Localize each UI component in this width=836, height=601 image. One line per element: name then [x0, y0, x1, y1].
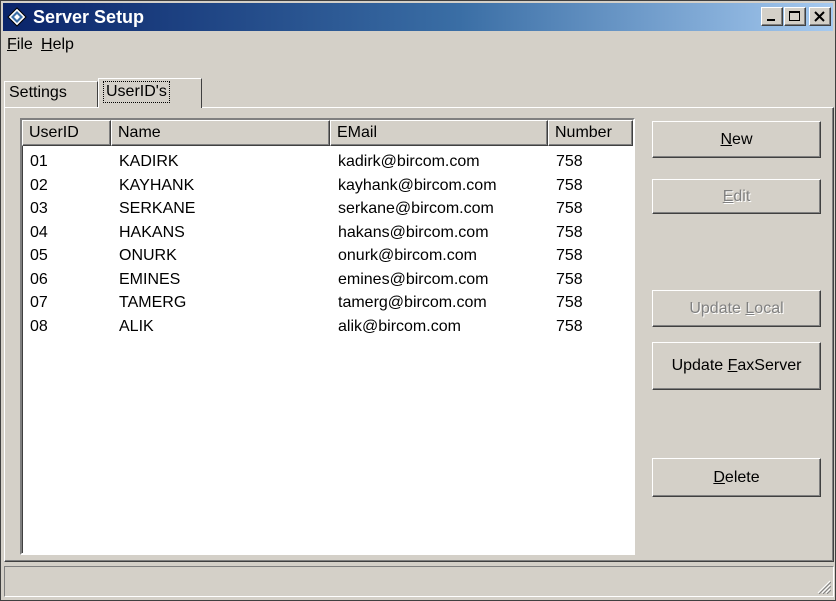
menu-help-accel: H [41, 36, 53, 53]
new-button-accel: N [720, 131, 733, 148]
update-local-button-post: ocal [754, 300, 784, 317]
cell-userid: 04 [30, 223, 48, 241]
cell-number: 758 [556, 176, 583, 194]
cell-email: onurk@bircom.com [338, 247, 477, 264]
table-row[interactable]: 07 TAMERG tamerg@bircom.com 758 [22, 291, 633, 315]
cell-number: 758 [556, 200, 583, 217]
cell-name: ONURK [119, 247, 177, 264]
cell-number: 758 [556, 223, 583, 241]
menu-help-label: elp [52, 36, 74, 53]
close-button[interactable] [809, 7, 831, 26]
new-button[interactable]: New [652, 121, 821, 158]
maximize-button[interactable] [784, 7, 806, 26]
cell-name: HAKANS [119, 223, 185, 241]
table-row[interactable]: 08 ALIK alik@bircom.com 758 [22, 315, 633, 339]
cell-userid: 06 [30, 270, 48, 288]
users-listview[interactable]: UserID Name EMail Number 01 KADIRK kadirk@… [20, 118, 635, 555]
cell-email: serkane@bircom.com [338, 200, 494, 217]
table-row[interactable]: 03 SERKANE serkane@bircom.com 758 [22, 197, 633, 221]
menu-file[interactable]: File [7, 36, 33, 54]
cell-name: KAYHANK [119, 176, 195, 194]
cell-name: EMINES [119, 270, 181, 288]
update-local-button-pre: Update [689, 300, 746, 317]
cell-name: KADIRK [119, 153, 179, 170]
menu-help[interactable]: Help [41, 36, 74, 54]
cell-email: kadirk@bircom.com [338, 153, 480, 170]
maximize-icon [789, 11, 800, 21]
cell-email: tamerg@bircom.com [338, 294, 487, 311]
update-local-button[interactable]: Update Local [652, 290, 821, 327]
cell-email: emines@bircom.com [338, 270, 489, 288]
update-faxserver-button-pre: Update [671, 357, 728, 374]
cell-userid: 07 [30, 294, 48, 311]
table-row[interactable]: 01 KADIRK kadirk@bircom.com 758 [22, 150, 633, 174]
delete-button-accel: D [713, 469, 725, 486]
tab-settings-label: Settings [9, 84, 67, 101]
table-rows: 01 KADIRK kadirk@bircom.com 758 02 KAYHANK kay… [22, 150, 633, 338]
cell-userid: 05 [30, 247, 48, 264]
column-header-name[interactable]: Name [111, 120, 330, 146]
minimize-button[interactable] [761, 7, 783, 26]
cell-number: 758 [556, 294, 583, 311]
table-row[interactable]: 04 HAKANS hakans@bircom.com 758 [22, 221, 633, 245]
delete-button-post: elete [724, 469, 760, 486]
delete-button[interactable]: Delete [652, 458, 821, 497]
column-header-number[interactable]: Number [548, 120, 633, 146]
update-faxserver-button[interactable]: Update FaxServer [652, 342, 821, 390]
table-row[interactable]: 06 EMINES emines@bircom.com 758 [22, 268, 633, 292]
update-local-button-accel: L [745, 300, 755, 317]
cell-name: SERKANE [119, 200, 196, 217]
tab-settings[interactable]: Settings [4, 81, 98, 107]
cell-email: hakans@bircom.com [338, 223, 489, 241]
minimize-icon [767, 19, 775, 21]
cell-number: 758 [556, 247, 583, 264]
tab-userids[interactable]: UserID's [98, 78, 202, 108]
cell-userid: 01 [30, 153, 48, 170]
edit-button-accel: E [722, 188, 734, 205]
update-faxserver-button-accel: F [727, 357, 738, 374]
close-icon [814, 11, 825, 22]
new-button-post: ew [732, 131, 753, 148]
resize-grip-icon[interactable] [815, 578, 831, 594]
cell-userid: 03 [30, 200, 48, 217]
cell-name: ALIK [119, 317, 154, 335]
cell-userid: 08 [30, 317, 48, 335]
window-title: Server Setup [33, 7, 145, 27]
cell-userid: 02 [30, 176, 48, 194]
column-header-email[interactable]: EMail [330, 120, 548, 146]
tab-userids-label: UserID's [103, 81, 170, 103]
table-row[interactable]: 05 ONURK onurk@bircom.com 758 [22, 244, 633, 268]
cell-number: 758 [556, 153, 583, 170]
edit-button-post: dit [733, 188, 751, 205]
table-row[interactable]: 02 KAYHANK kayhank@bircom.com 758 [22, 174, 633, 198]
cell-number: 758 [556, 270, 583, 288]
menu-file-label: ile [16, 36, 33, 53]
cell-number: 758 [556, 317, 583, 335]
column-header-userid[interactable]: UserID [22, 120, 111, 146]
cell-name: TAMERG [119, 294, 187, 311]
update-faxserver-button-post: axServer [737, 357, 802, 374]
edit-button[interactable]: Edit [652, 179, 821, 214]
menu-file-accel: F [7, 36, 17, 53]
server-setup-window: Server Setup File Help Settings UserID's… [0, 0, 836, 601]
cell-email: kayhank@bircom.com [338, 176, 497, 194]
status-bar [4, 566, 834, 597]
app-icon [7, 7, 27, 27]
title-bar[interactable]: Server Setup [3, 3, 833, 31]
cell-email: alik@bircom.com [338, 317, 461, 335]
